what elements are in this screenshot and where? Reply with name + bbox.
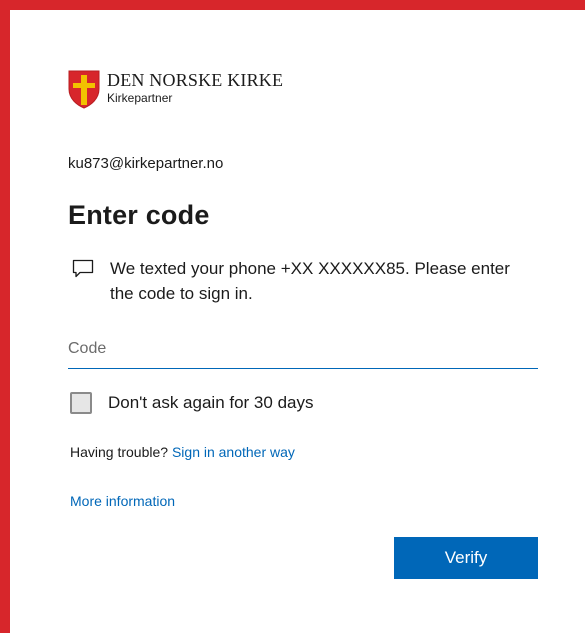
page-title: Enter code xyxy=(68,200,210,230)
account-email: ku873@kirkepartner.no xyxy=(68,155,224,172)
more-information-link[interactable]: More information xyxy=(70,493,175,509)
brand-name: DEN NORSKE KIRKE xyxy=(107,70,284,90)
code-input[interactable] xyxy=(68,332,538,369)
remember-option[interactable]: Don't ask again for 30 days xyxy=(70,392,313,414)
remember-checkbox[interactable] xyxy=(70,392,92,414)
brand-logo: DEN NORSKE KIRKE Kirkepartner xyxy=(67,69,283,109)
sign-in-card: DEN NORSKE KIRKE Kirkepartner ku873@kirk… xyxy=(10,10,585,633)
trouble-prefix: Having trouble? xyxy=(70,444,169,460)
chat-bubble-icon xyxy=(72,259,94,278)
brand-subtitle: Kirkepartner xyxy=(107,91,173,105)
verify-button[interactable]: Verify xyxy=(394,537,538,579)
remember-label[interactable]: Don't ask again for 30 days xyxy=(108,393,313,413)
church-shield-icon xyxy=(68,70,100,109)
sms-message: We texted your phone +XX XXXXXX85. Pleas… xyxy=(72,256,542,306)
sign-in-another-way-link[interactable]: Sign in another way xyxy=(172,444,295,460)
trouble-line: Having trouble? Sign in another way xyxy=(70,444,295,460)
sms-message-text: We texted your phone +XX XXXXXX85. Pleas… xyxy=(110,259,510,303)
